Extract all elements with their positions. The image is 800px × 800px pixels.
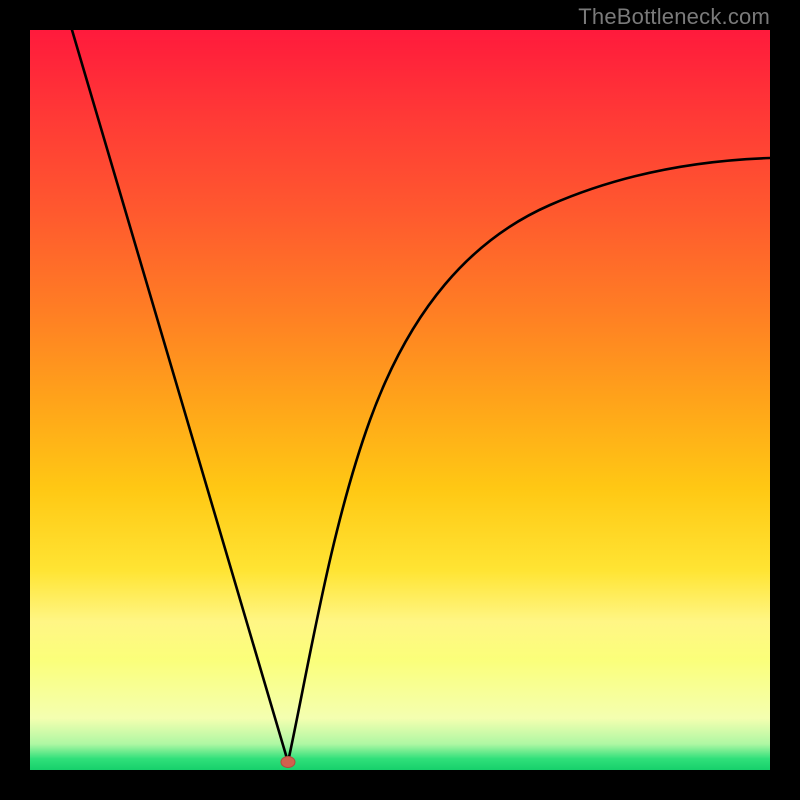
dip-marker: [281, 757, 295, 768]
plot-area: [30, 30, 770, 770]
curve-right-branch: [288, 158, 770, 762]
chart-frame: TheBottleneck.com: [0, 0, 800, 800]
watermark-text: TheBottleneck.com: [578, 4, 770, 30]
bottleneck-curve: [30, 30, 770, 770]
curve-left-branch: [72, 30, 288, 762]
